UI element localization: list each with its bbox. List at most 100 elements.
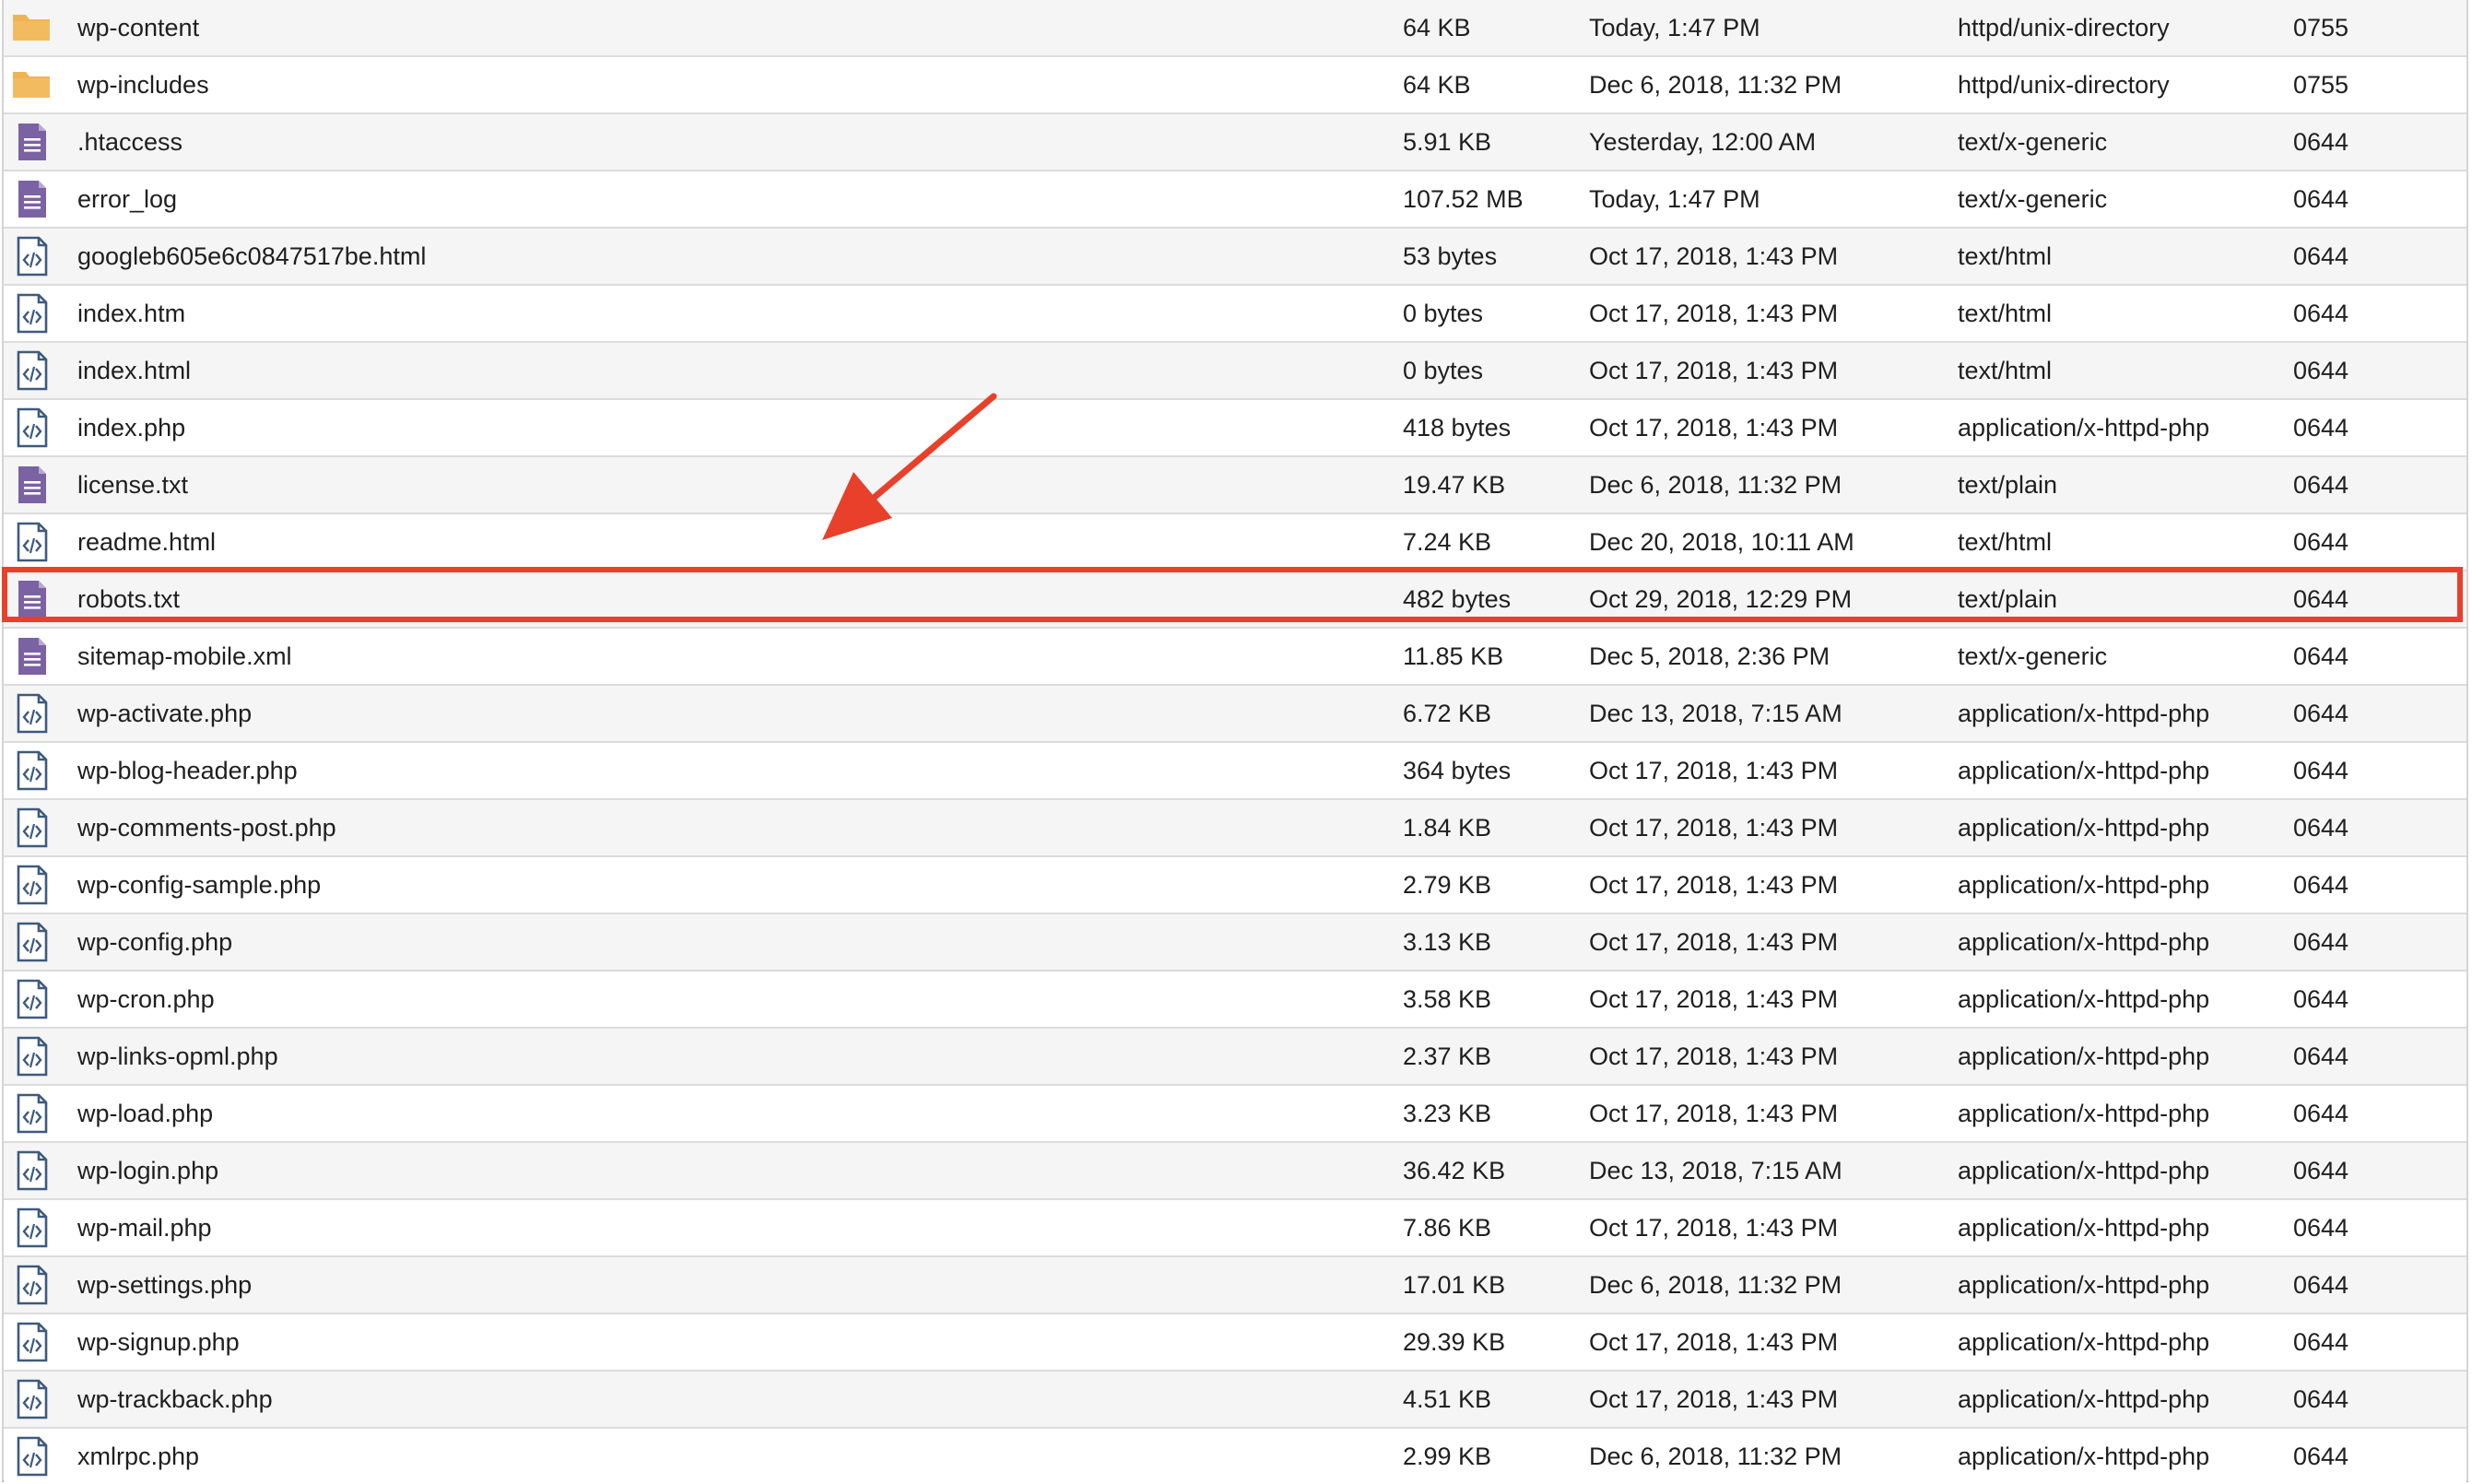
file-size: 5.91 KB: [1403, 128, 1492, 156]
file-name: wp-activate.php: [77, 700, 253, 727]
file-size: 0 bytes: [1403, 357, 1484, 384]
file-size: 3.13 KB: [1403, 928, 1492, 956]
file-row[interactable]: wp-load.php 3.23 KB Oct 17, 2018, 1:43 PM a…: [4, 1086, 2466, 1143]
file-type: application/x-httpd-php: [1958, 414, 2210, 442]
file-row[interactable]: index.html 0 bytes Oct 17, 2018, 1:43 PM te…: [4, 343, 2466, 400]
file-name: wp-load.php: [77, 1100, 214, 1127]
text-file-icon: [11, 122, 52, 162]
file-modified: Oct 17, 2018, 1:43 PM: [1589, 1042, 1839, 1070]
file-name: sitemap-mobile.xml: [77, 642, 292, 670]
file-modified: Oct 17, 2018, 1:43 PM: [1589, 985, 1839, 1013]
file-permissions: 0644: [2293, 928, 2349, 956]
file-type: text/html: [1958, 300, 2053, 327]
file-type: application/x-httpd-php: [1958, 814, 2210, 842]
file-type: application/x-httpd-php: [1958, 700, 2210, 727]
file-name: wp-mail.php: [77, 1214, 212, 1242]
file-type: application/x-httpd-php: [1958, 1157, 2210, 1184]
file-permissions: 0644: [2293, 757, 2349, 784]
file-size: 2.37 KB: [1403, 1042, 1492, 1070]
file-row[interactable]: wp-login.php 36.42 KB Dec 13, 2018, 7:15 A…: [4, 1143, 2466, 1200]
code-file-icon: [11, 1036, 52, 1077]
file-row[interactable]: wp-blog-header.php 364 bytes Oct 17, 2018,…: [4, 743, 2466, 800]
file-permissions: 0644: [2293, 1157, 2349, 1184]
file-row[interactable]: xmlrpc.php 2.99 KB Dec 6, 2018, 11:32 PM ap…: [4, 1429, 2466, 1484]
file-permissions: 0644: [2293, 128, 2349, 156]
file-modified: Dec 13, 2018, 7:15 AM: [1589, 700, 1842, 727]
file-permissions: 0644: [2293, 357, 2349, 384]
code-file-icon: [11, 1093, 52, 1134]
file-name: index.htm: [77, 300, 186, 327]
file-row[interactable]: readme.html 7.24 KB Dec 20, 2018, 10:11 AM…: [4, 514, 2466, 571]
file-modified: Dec 6, 2018, 11:32 PM: [1589, 471, 1842, 499]
file-row[interactable]: wp-links-opml.php 2.37 KB Oct 17, 2018, 1:…: [4, 1029, 2466, 1086]
file-row[interactable]: wp-config.php 3.13 KB Oct 17, 2018, 1:43 P…: [4, 914, 2466, 972]
file-type: application/x-httpd-php: [1958, 928, 2210, 956]
file-name: wp-includes: [77, 71, 209, 99]
file-modified: Oct 17, 2018, 1:43 PM: [1589, 814, 1839, 842]
file-row[interactable]: index.php 418 bytes Oct 17, 2018, 1:43 PM a…: [4, 400, 2466, 457]
file-row[interactable]: wp-includes 64 KB Dec 6, 2018, 11:32 PM htt…: [4, 57, 2466, 114]
file-type: text/html: [1958, 357, 2053, 384]
file-row[interactable]: googleb605e6c0847517be.html 53 bytes Oct 1…: [4, 229, 2466, 286]
file-row[interactable]: wp-cron.php 3.58 KB Oct 17, 2018, 1:43 PM a…: [4, 972, 2466, 1029]
file-row[interactable]: wp-trackback.php 4.51 KB Oct 17, 2018, 1:4…: [4, 1372, 2466, 1429]
file-row-highlighted[interactable]: robots.txt 482 bytes Oct 29, 2018, 12:29 P…: [4, 571, 2466, 629]
file-row[interactable]: wp-activate.php 6.72 KB Dec 13, 2018, 7:15…: [4, 686, 2466, 743]
file-list: wp-content 64 KB Today, 1:47 PM httpd/unix-…: [2, 0, 2468, 1484]
file-permissions: 0644: [2293, 585, 2349, 613]
code-file-icon: [11, 293, 52, 334]
file-row[interactable]: wp-content 64 KB Today, 1:47 PM httpd/unix-…: [4, 0, 2466, 57]
file-size: 2.79 KB: [1403, 871, 1492, 899]
file-name: xmlrpc.php: [77, 1443, 200, 1470]
file-modified: Oct 17, 2018, 1:43 PM: [1589, 1385, 1839, 1413]
file-name: license.txt: [77, 471, 189, 499]
file-size: 17.01 KB: [1403, 1271, 1506, 1299]
file-modified: Dec 6, 2018, 11:32 PM: [1589, 71, 1842, 99]
file-size: 418 bytes: [1403, 414, 1512, 442]
file-size: 6.72 KB: [1403, 700, 1492, 727]
file-permissions: 0644: [2293, 1443, 2349, 1470]
file-row[interactable]: wp-mail.php 7.86 KB Oct 17, 2018, 1:43 PM a…: [4, 1200, 2466, 1257]
file-type: application/x-httpd-php: [1958, 1385, 2210, 1413]
file-row[interactable]: wp-settings.php 17.01 KB Dec 6, 2018, 11:3…: [4, 1257, 2466, 1314]
file-type: text/x-generic: [1958, 642, 2108, 670]
file-row[interactable]: wp-comments-post.php 1.84 KB Oct 17, 2018,…: [4, 800, 2466, 857]
file-permissions: 0644: [2293, 985, 2349, 1013]
file-name: wp-settings.php: [77, 1271, 253, 1299]
file-modified: Dec 13, 2018, 7:15 AM: [1589, 1157, 1842, 1184]
file-modified: Oct 17, 2018, 1:43 PM: [1589, 1328, 1839, 1356]
text-file-icon: [11, 636, 52, 677]
file-modified: Today, 1:47 PM: [1589, 185, 1760, 213]
file-type: application/x-httpd-php: [1958, 1328, 2210, 1356]
file-type: text/html: [1958, 528, 2053, 556]
file-name: readme.html: [77, 528, 217, 556]
file-permissions: 0644: [2293, 1271, 2349, 1299]
file-row[interactable]: index.htm 0 bytes Oct 17, 2018, 1:43 PM tex…: [4, 286, 2466, 343]
file-name: index.html: [77, 357, 192, 384]
file-permissions: 0644: [2293, 414, 2349, 442]
file-type: httpd/unix-directory: [1958, 71, 2170, 99]
file-modified: Oct 29, 2018, 12:29 PM: [1589, 585, 1853, 613]
file-name: .htaccess: [77, 128, 183, 156]
file-row[interactable]: license.txt 19.47 KB Dec 6, 2018, 11:32 PM…: [4, 457, 2466, 514]
code-file-icon: [11, 1322, 52, 1362]
file-modified: Oct 17, 2018, 1:43 PM: [1589, 1214, 1839, 1242]
file-row[interactable]: wp-signup.php 29.39 KB Oct 17, 2018, 1:43 …: [4, 1314, 2466, 1372]
file-name: wp-content: [77, 14, 200, 41]
file-modified: Oct 17, 2018, 1:43 PM: [1589, 414, 1839, 442]
file-name: index.php: [77, 414, 186, 442]
file-row[interactable]: wp-config-sample.php 2.79 KB Oct 17, 2018,…: [4, 857, 2466, 914]
file-permissions: 0644: [2293, 700, 2349, 727]
file-row[interactable]: sitemap-mobile.xml 11.85 KB Dec 5, 2018, 2…: [4, 629, 2466, 686]
file-row[interactable]: error_log 107.52 MB Today, 1:47 PM text/x-g…: [4, 171, 2466, 229]
file-permissions: 0644: [2293, 1214, 2349, 1242]
code-file-icon: [11, 1436, 52, 1477]
code-file-icon: [11, 693, 52, 734]
file-modified: Oct 17, 2018, 1:43 PM: [1589, 757, 1839, 784]
file-permissions: 0644: [2293, 242, 2349, 270]
code-file-icon: [11, 922, 52, 962]
file-size: 29.39 KB: [1403, 1328, 1506, 1356]
file-permissions: 0644: [2293, 1385, 2349, 1413]
code-file-icon: [11, 1265, 52, 1305]
file-row[interactable]: .htaccess 5.91 KB Yesterday, 12:00 AM text/…: [4, 114, 2466, 171]
